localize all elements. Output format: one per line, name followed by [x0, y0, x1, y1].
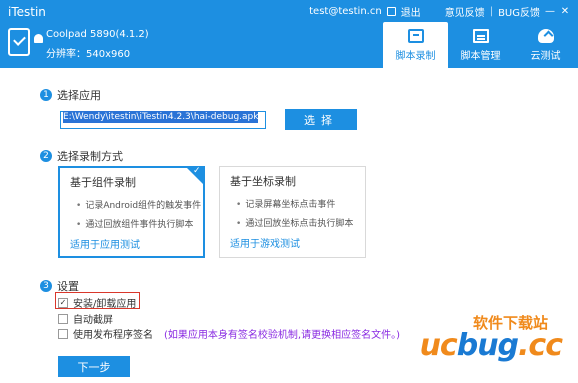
tab-label: 云测试 — [530, 51, 561, 62]
separator: | — [489, 6, 494, 17]
option-label: 自动截屏 — [73, 315, 113, 326]
watermark-big-text: ucbug.cc — [419, 328, 563, 363]
logout-icon[interactable] — [386, 7, 396, 16]
step-select-app: 1 选择应用 — [40, 87, 101, 103]
option-label: 安装/卸载应用 — [73, 299, 137, 310]
tab-script-manage[interactable]: 脚本管理 — [448, 22, 513, 68]
option-label: 使用发布程序签名 — [73, 330, 153, 341]
card-title: 基于组件录制 — [70, 176, 136, 189]
android-icon — [34, 34, 43, 43]
device-resolution: 分辨率：540x960 — [46, 49, 131, 60]
next-step-button[interactable]: 下一步 — [58, 356, 130, 377]
select-app-button[interactable]: 选择 — [285, 109, 357, 130]
app-path-input[interactable]: E:\Wendy\itestin\iTestin4.2.3\hai-debug.… — [60, 111, 266, 129]
app-path-value: E:\Wendy\itestin\iTestin4.2.3\hai-debug.… — [63, 111, 259, 123]
selected-check-icon — [186, 166, 204, 185]
watermark-suffix: .cc — [518, 328, 563, 363]
record-mode-coordinate-card[interactable]: 基于坐标录制 记录屏幕坐标点击事件 通过回放坐标点击执行脚本 适用于游戏测试 — [219, 166, 366, 258]
bug-feedback-link[interactable]: BUG反馈 — [498, 4, 540, 19]
step-record-mode: 2 选择录制方式 — [40, 148, 123, 164]
step-label: 选择应用 — [57, 89, 101, 102]
feedback-link[interactable]: 意见反馈 — [445, 4, 485, 19]
watermark-logo: 软件下载站 ucbug.cc — [362, 312, 563, 372]
app-header: iTestin test@testin.cn 退出 意见反馈 | BUG反馈 —… — [0, 0, 578, 68]
main-tabs: 脚本录制 脚本管理 云测试 — [383, 22, 578, 68]
card-usage-link[interactable]: 适用于应用测试 — [70, 236, 203, 251]
device-check-icon — [8, 28, 30, 56]
tab-label: 脚本录制 — [395, 51, 436, 62]
watermark-prefix: uc — [419, 328, 458, 363]
user-email[interactable]: test@testin.cn — [309, 6, 382, 17]
logout-link[interactable]: 退出 — [401, 4, 421, 19]
auto-screenshot-checkbox[interactable] — [58, 313, 68, 324]
card-bullet: 通过回放组件事件执行脚本 — [76, 217, 203, 230]
script-record-icon — [407, 29, 424, 43]
device-name: Coolpad 5890(4.1.2) — [46, 29, 149, 40]
card-title: 基于坐标录制 — [230, 175, 296, 188]
watermark-mid: bug — [456, 328, 519, 363]
option-install-uninstall[interactable]: ✓ 安装/卸载应用 — [58, 295, 136, 310]
card-bullet: 通过回放坐标点击执行脚本 — [236, 216, 365, 229]
tab-label: 脚本管理 — [460, 51, 501, 62]
script-manage-icon — [472, 29, 489, 43]
release-sign-checkbox[interactable] — [58, 328, 68, 339]
step-label: 选择录制方式 — [57, 150, 123, 163]
watermark-small-text: 软件下载站 — [472, 314, 548, 332]
app-title: iTestin — [8, 5, 46, 19]
option-auto-screenshot[interactable]: 自动截屏 — [58, 311, 113, 326]
minimize-icon[interactable]: — — [545, 6, 555, 17]
step-number: 2 — [40, 150, 52, 162]
card-bullet: 记录屏幕坐标点击事件 — [236, 197, 365, 210]
step-number: 3 — [40, 280, 52, 292]
record-mode-component-card[interactable]: 基于组件录制 记录Android组件的触发事件 通过回放组件事件执行脚本 适用于… — [58, 166, 205, 258]
tab-cloud-test[interactable]: 云测试 — [513, 22, 578, 68]
tab-script-record[interactable]: 脚本录制 — [383, 22, 448, 68]
sign-note: (如果应用本身有签名校验机制,请更换相应签名文件。) — [164, 330, 400, 341]
install-uninstall-checkbox[interactable]: ✓ — [58, 297, 68, 308]
option-release-sign[interactable]: 使用发布程序签名 (如果应用本身有签名校验机制,请更换相应签名文件。) — [58, 326, 400, 341]
card-usage-link[interactable]: 适用于游戏测试 — [230, 235, 365, 250]
close-icon[interactable]: ✕ — [560, 6, 570, 17]
cloud-test-icon — [537, 29, 554, 43]
card-bullet: 记录Android组件的触发事件 — [76, 198, 203, 211]
step-number: 1 — [40, 89, 52, 101]
top-links: test@testin.cn 退出 意见反馈 | BUG反馈 — ✕ — [309, 4, 570, 19]
